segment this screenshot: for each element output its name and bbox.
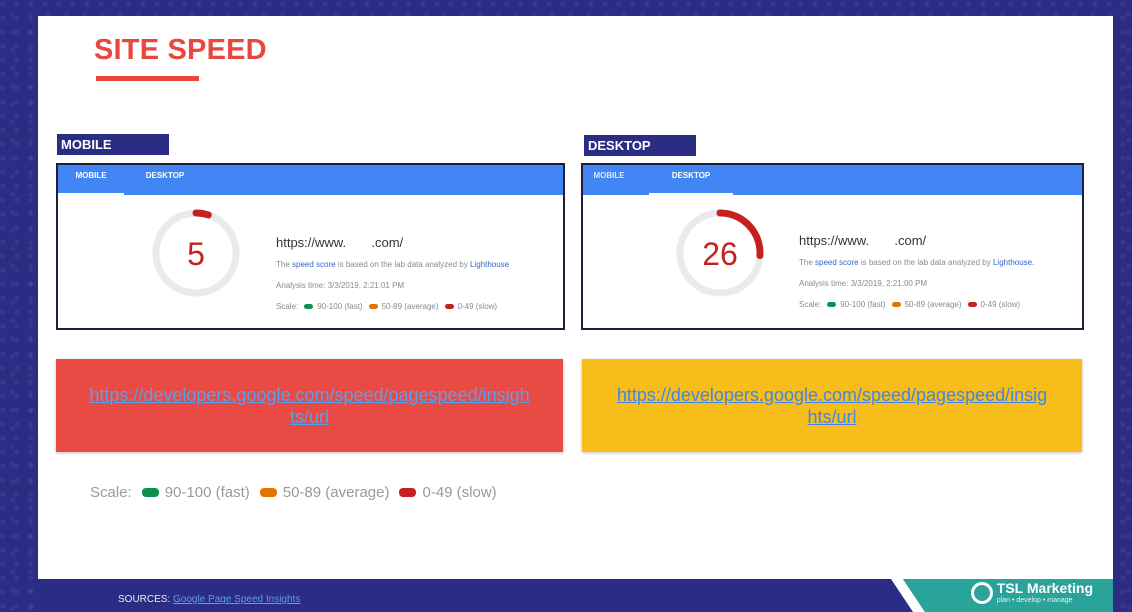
desktop-scale-legend: Scale: 90-100 (fast) 50-89 (average) 0-4…	[799, 300, 1034, 309]
mobile-score-gauge: 5	[152, 209, 240, 297]
slow-label: 0-49 (slow)	[422, 484, 497, 501]
desktop-url: https://www. .com/	[799, 233, 1034, 248]
slow-swatch	[444, 304, 454, 309]
brand-name: TSL Marketing	[996, 580, 1093, 596]
mobile-link-line2: ts/url	[289, 406, 329, 427]
slow-label: 0-49 (slow)	[457, 302, 498, 311]
desktop-link-line2: hts/url	[807, 406, 857, 427]
mobile-score-value: 5	[187, 236, 205, 272]
desktop-info: https://www. .com/ The speed score is ba…	[799, 233, 1034, 309]
mobile-speed-score-link[interactable]: speed score	[292, 260, 336, 269]
mobile-url-prefix: https://www.	[276, 235, 347, 250]
desktop-analysis-time: Analysis time: 3/3/2019, 2:21:00 PM	[799, 279, 928, 288]
sources-label: SOURCES:	[118, 594, 171, 605]
average-label: 50-89 (average)	[904, 300, 962, 309]
mobile-section-label: MOBILE	[57, 134, 169, 155]
fast-swatch	[304, 304, 314, 309]
desktop-link-line1: https://developers.google.com/speed/page…	[616, 384, 1048, 405]
footer-bar: SOURCES: Google Page Speed Insights TSL …	[38, 579, 1113, 612]
mobile-info: https://www. .com/ The speed score is ba…	[276, 235, 509, 311]
fast-label: 90-100 (fast)	[840, 300, 886, 309]
mobile-desc-pre: The	[276, 260, 290, 269]
scale-label: Scale:	[90, 484, 132, 501]
mobile-result-panel: MOBILE DESKTOP 5 https://www. .com/ The …	[56, 163, 565, 330]
page-title: SITE SPEED	[94, 34, 267, 66]
scale-legend: Scale: 90-100 (fast) 50-89 (average) 0-4…	[90, 484, 497, 501]
tab-mobile[interactable]: MOBILE	[583, 165, 635, 195]
slow-swatch	[967, 302, 977, 307]
mobile-url-suffix: .com/	[371, 235, 404, 250]
average-swatch	[259, 488, 277, 497]
average-swatch	[891, 302, 901, 307]
desktop-lighthouse-link[interactable]: Lighthouse.	[993, 258, 1034, 267]
desktop-score-gauge: 26	[676, 209, 764, 297]
slide-canvas: SITE SPEED MOBILE MOBILE DESKTOP 5 https…	[38, 16, 1113, 579]
mobile-insights-link[interactable]: https://developers.google.com/speed/page…	[89, 384, 529, 428]
desktop-insights-banner: https://developers.google.com/speed/page…	[582, 359, 1082, 452]
fast-label: 90-100 (fast)	[164, 484, 250, 501]
desktop-section-label: DESKTOP	[584, 135, 696, 156]
desktop-result-panel: MOBILE DESKTOP 26 https://www. .com/ The…	[581, 163, 1084, 330]
desktop-tab-bar: MOBILE DESKTOP	[583, 165, 1082, 195]
slow-label: 0-49 (slow)	[980, 300, 1021, 309]
desktop-description: The speed score is based on the lab data…	[799, 258, 1034, 267]
desktop-desc-mid: is based on the lab data analyzed by	[860, 258, 991, 267]
tab-desktop[interactable]: DESKTOP	[130, 165, 200, 195]
fast-label: 90-100 (fast)	[317, 302, 363, 311]
brand-tagline: plan • develop • manage	[996, 597, 1073, 604]
mobile-url: https://www. .com/	[276, 235, 509, 250]
mobile-link-line1: https://developers.google.com/speed/page…	[89, 384, 530, 405]
fast-swatch	[827, 302, 837, 307]
sources-line: SOURCES: Google Page Speed Insights	[118, 594, 300, 605]
desktop-speed-score-link[interactable]: speed score	[815, 258, 859, 267]
average-label: 50-89 (average)	[381, 302, 439, 311]
desktop-url-prefix: https://www.	[799, 233, 870, 248]
desktop-score-value: 26	[702, 236, 738, 272]
slow-swatch	[399, 488, 417, 497]
mobile-lighthouse-link[interactable]: Lighthouse	[470, 260, 509, 269]
tab-mobile[interactable]: MOBILE	[58, 165, 124, 195]
mobile-scale-legend: Scale: 90-100 (fast) 50-89 (average) 0-4…	[276, 302, 509, 311]
desktop-url-suffix: .com/	[894, 233, 927, 248]
footer-brand-block: TSL Marketing plan • develop • manage	[903, 579, 1113, 612]
sources-link[interactable]: Google Page Speed Insights	[173, 594, 300, 605]
mobile-desc-mid: is based on the lab data analyzed by	[337, 260, 468, 269]
tsl-logo: TSL Marketing plan • develop • manage	[970, 580, 1093, 605]
average-swatch	[368, 304, 378, 309]
desktop-desc-pre: The	[799, 258, 813, 267]
title-underline	[96, 76, 199, 81]
average-label: 50-89 (average)	[282, 484, 390, 501]
scale-label: Scale:	[799, 300, 822, 309]
mobile-description: The speed score is based on the lab data…	[276, 260, 509, 269]
scale-label: Scale:	[276, 302, 299, 311]
fast-swatch	[141, 488, 159, 497]
mobile-insights-banner: https://developers.google.com/speed/page…	[56, 359, 563, 452]
tab-desktop[interactable]: DESKTOP	[649, 165, 733, 195]
desktop-insights-link[interactable]: https://developers.google.com/speed/page…	[617, 384, 1047, 428]
mobile-analysis-time: Analysis time: 3/3/2019, 2:21:01 PM	[276, 281, 405, 290]
mobile-tab-bar: MOBILE DESKTOP	[58, 165, 563, 195]
logo-circle-icon	[970, 582, 993, 604]
